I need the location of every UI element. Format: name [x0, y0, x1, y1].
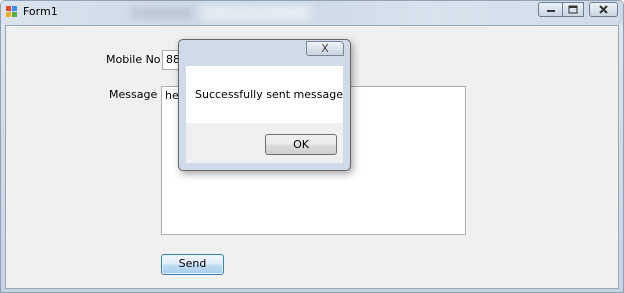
- blurred-title-region-2: [201, 5, 311, 21]
- minimize-icon: [547, 10, 555, 12]
- maximize-icon: [568, 5, 578, 14]
- maximize-button[interactable]: [562, 2, 584, 17]
- dialog-footer: OK: [186, 123, 343, 163]
- close-button[interactable]: [589, 2, 618, 17]
- blurred-title-region: [131, 7, 191, 19]
- form-icon: [6, 6, 17, 17]
- dialog-body: Successfully sent message: [186, 66, 343, 123]
- ok-button[interactable]: OK: [265, 134, 337, 155]
- title-bar[interactable]: Form1: [1, 1, 623, 25]
- dialog-close-button[interactable]: X: [306, 41, 344, 56]
- mobile-label: Mobile No :: [106, 53, 168, 66]
- minimize-button[interactable]: [538, 2, 563, 17]
- send-button[interactable]: Send: [161, 254, 224, 275]
- window-title: Form1: [23, 5, 58, 18]
- dialog-message: Successfully sent message: [195, 88, 343, 101]
- message-label: Message :: [109, 88, 165, 101]
- close-icon: [599, 5, 608, 14]
- message-box-dialog: X Successfully sent message OK: [178, 39, 351, 171]
